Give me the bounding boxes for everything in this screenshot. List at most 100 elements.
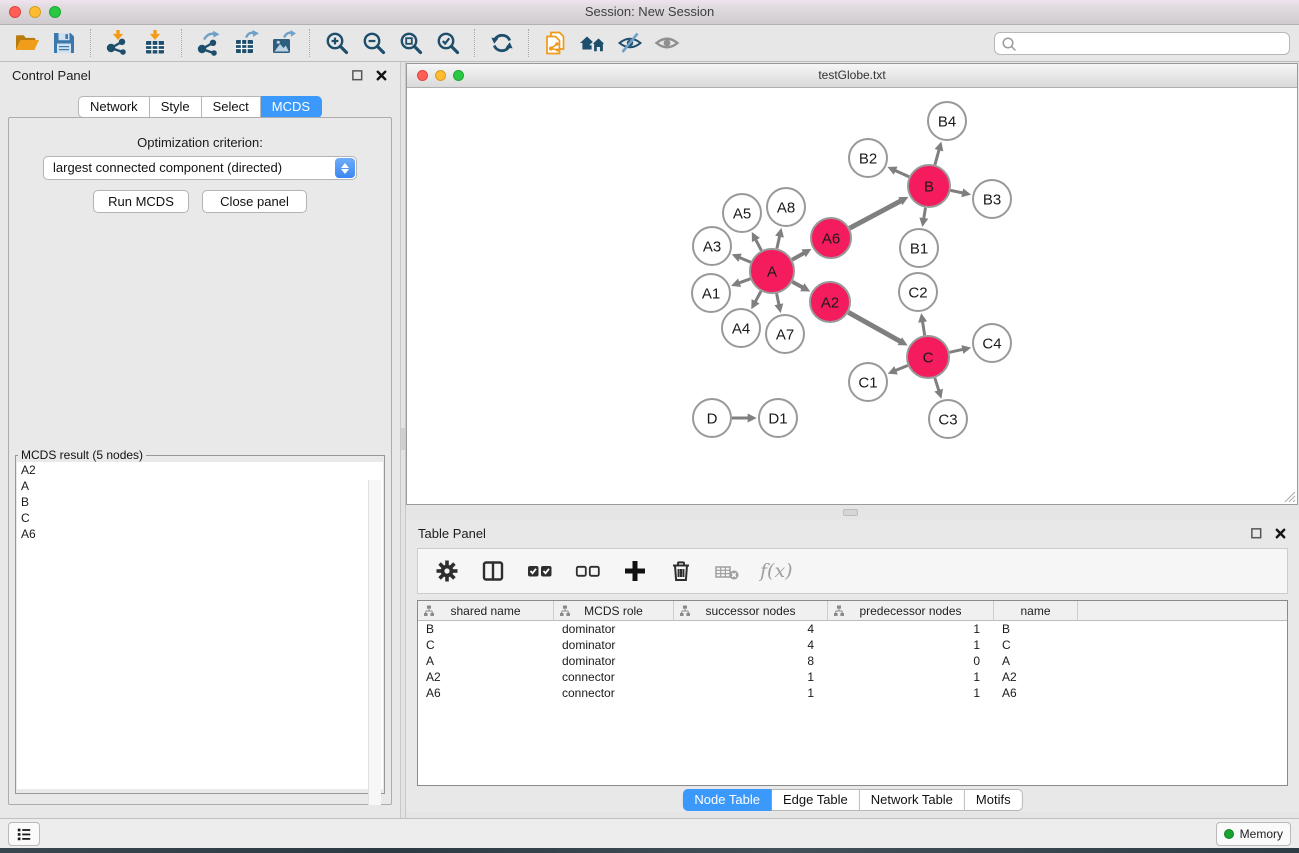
float-panel-icon[interactable]	[1250, 527, 1263, 540]
close-panel-button[interactable]: Close panel	[202, 190, 307, 213]
graph-edge-C-C2[interactable]	[922, 321, 924, 336]
graph-node-label: A	[767, 263, 777, 280]
graph-edge-B-B4[interactable]	[935, 149, 939, 165]
horizontal-splitter-handle[interactable]	[843, 509, 858, 516]
mcds-result-item[interactable]: A2	[17, 462, 383, 478]
graph-node-label: B	[924, 178, 934, 195]
export-image-icon[interactable]	[264, 27, 301, 59]
refresh-layout-icon[interactable]	[483, 27, 520, 59]
table-cell: C	[994, 637, 1078, 653]
mcds-result-list[interactable]: A2ABCA6	[17, 462, 383, 789]
dropdown-selected-value: largest connected component (directed)	[53, 160, 282, 175]
graph-edge-A6-B[interactable]	[850, 201, 902, 229]
graph-edge-A-A8[interactable]	[777, 235, 780, 248]
zoom-fit-icon[interactable]	[392, 27, 429, 59]
network-window-title: testGlobe.txt	[407, 68, 1297, 82]
zoom-selected-icon[interactable]	[429, 27, 466, 59]
hide-panels-eye-slash-icon[interactable]	[611, 27, 648, 59]
table-cell: 0	[828, 653, 994, 669]
table-row[interactable]: A2connector11A2	[418, 669, 1287, 685]
mcds-result-item[interactable]: A	[17, 478, 383, 494]
delete-column-trash-icon[interactable]	[668, 558, 694, 584]
table-panel: Table Panel	[406, 520, 1299, 812]
column-header[interactable]: predecessor nodes	[828, 601, 994, 620]
tab-network-table[interactable]: Network Table	[860, 789, 965, 811]
close-panel-icon[interactable]	[1274, 527, 1287, 540]
column-header[interactable]: MCDS role	[554, 601, 674, 620]
import-table-icon[interactable]	[136, 27, 173, 59]
graph-edge-A-A3[interactable]	[739, 257, 751, 262]
optimization-criterion-dropdown[interactable]: largest connected component (directed)	[43, 156, 357, 180]
tab-select[interactable]: Select	[202, 96, 261, 118]
table-row[interactable]: A6connector11A6	[418, 685, 1287, 701]
deselect-all-checkboxes-icon[interactable]	[574, 558, 602, 584]
export-network-icon[interactable]	[190, 27, 227, 59]
table-row[interactable]: Adominator80A	[418, 653, 1287, 669]
import-network-icon[interactable]	[99, 27, 136, 59]
network-from-document-icon[interactable]	[537, 27, 574, 59]
control-panel-tabs: Network Style Select MCDS	[78, 96, 322, 118]
table-row[interactable]: Cdominator41C	[418, 637, 1287, 653]
tab-style[interactable]: Style	[150, 96, 202, 118]
graph-edge-A-A4[interactable]	[755, 291, 761, 302]
zoom-in-icon[interactable]	[318, 27, 355, 59]
tab-mcds[interactable]: MCDS	[261, 96, 322, 118]
graph-edge-A-A2[interactable]	[792, 282, 803, 288]
search-input[interactable]	[1017, 37, 1283, 51]
graph-edge-A2-C[interactable]	[848, 312, 901, 342]
graph-edge-B-B3[interactable]	[951, 190, 964, 193]
splitter-handle[interactable]	[401, 428, 405, 450]
mcds-result-item[interactable]: A6	[17, 526, 383, 542]
graph-node-label: A2	[821, 294, 839, 311]
tab-node-table[interactable]: Node Table	[682, 789, 772, 811]
graph-node-label: C	[923, 349, 934, 366]
graph-edge-A-A6[interactable]	[792, 253, 805, 260]
graph-edge-B-B1[interactable]	[924, 208, 926, 220]
mcds-result-item[interactable]: B	[17, 494, 383, 510]
table-cell: 1	[674, 685, 828, 701]
column-header[interactable]: name	[994, 601, 1078, 620]
column-header[interactable]: shared name	[418, 601, 554, 620]
table-row[interactable]: Bdominator41B	[418, 621, 1287, 637]
tab-motifs[interactable]: Motifs	[965, 789, 1023, 811]
window-titlebar: Session: New Session	[0, 0, 1299, 25]
select-all-checkboxes-icon[interactable]	[526, 558, 554, 584]
close-panel-icon[interactable]	[375, 69, 388, 82]
table-settings-gear-icon[interactable]	[434, 558, 460, 584]
graph-edge-A-A1[interactable]	[738, 279, 750, 283]
show-panels-eye-icon[interactable]	[648, 27, 685, 59]
run-mcds-button[interactable]: Run MCDS	[93, 190, 189, 213]
search-field[interactable]	[994, 32, 1290, 55]
column-header[interactable]: successor nodes	[674, 601, 828, 620]
tab-network[interactable]: Network	[78, 96, 150, 118]
table-panel-tabs: Node Table Edge Table Network Table Moti…	[682, 789, 1022, 811]
toolbar-separator	[181, 29, 182, 57]
graph-edge-C-C3[interactable]	[935, 378, 939, 392]
export-table-icon[interactable]	[227, 27, 264, 59]
save-session-icon[interactable]	[45, 27, 82, 59]
table-cell: A2	[994, 669, 1078, 685]
mcds-result-item[interactable]: C	[17, 510, 383, 526]
open-session-icon[interactable]	[8, 27, 45, 59]
tab-edge-table[interactable]: Edge Table	[772, 789, 860, 811]
graph-edge-C-C4[interactable]	[950, 349, 964, 352]
network-graph[interactable]: B4B2BB3A5A8A6A3B1AA1C2A2A4A7C4CC1C3DD1	[407, 89, 1297, 504]
add-column-plus-icon[interactable]	[622, 558, 648, 584]
float-panel-icon[interactable]	[351, 69, 364, 82]
dropdown-stepper-icon	[335, 158, 355, 178]
graph-edge-C-C1[interactable]	[895, 366, 908, 371]
graph-node-label: A6	[822, 230, 840, 247]
graph-edge-A-A7[interactable]	[777, 294, 780, 306]
show-columns-icon[interactable]	[480, 558, 506, 584]
window-resize-grip[interactable]	[1282, 489, 1296, 503]
home-layout-icon[interactable]	[574, 27, 611, 59]
window-title: Session: New Session	[0, 4, 1299, 19]
network-window-titlebar[interactable]: testGlobe.txt	[407, 64, 1297, 88]
zoom-out-icon[interactable]	[355, 27, 392, 59]
network-canvas[interactable]: B4B2BB3A5A8A6A3B1AA1C2A2A4A7C4CC1C3DD1	[407, 89, 1297, 504]
task-history-button[interactable]	[8, 822, 40, 846]
memory-button[interactable]: Memory	[1216, 822, 1291, 846]
graph-edge-B-B2[interactable]	[894, 170, 909, 177]
graph-edge-A-A5[interactable]	[755, 239, 761, 251]
list-scrollbar[interactable]	[368, 480, 381, 805]
